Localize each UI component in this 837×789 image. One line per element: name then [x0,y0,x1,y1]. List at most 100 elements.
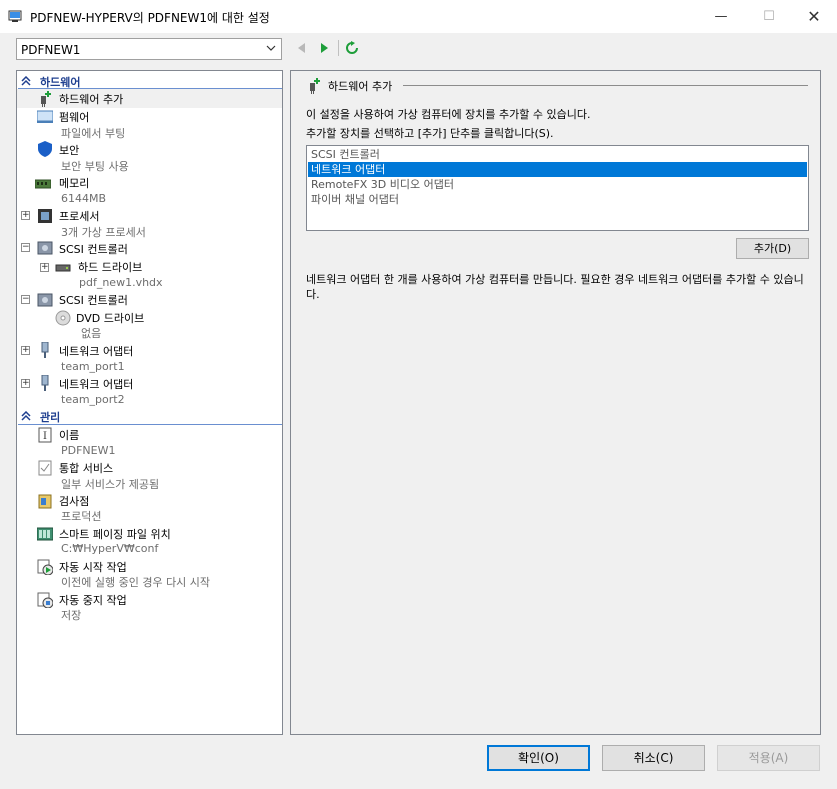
dvd-icon [55,310,71,326]
cancel-button[interactable]: 취소(C) [602,745,705,771]
tree-item-label: 네트워크 어댑터 [59,378,134,391]
refresh-icon[interactable] [345,41,359,55]
device-option-remotefx-adapter[interactable]: RemoteFX 3D 비디오 어댑터 [308,177,807,192]
tree-item-sub: 보안 부팅 사용 [61,160,129,173]
tree-item-smart-paging[interactable]: 스마트 페이징 파일 위치 C:₩HyperV₩conf [17,525,282,558]
tree-item-sub: 저장 [61,609,82,622]
instruction-text: 추가할 장치를 선택하고 [추가] 단추를 클릭합니다(S). [306,127,554,140]
memory-icon [35,179,51,189]
forward-arrow-icon[interactable] [317,41,331,55]
settings-app-icon [8,10,22,22]
tree-item-network-adapter-1[interactable]: + 네트워크 어댑터 team_port1 [17,341,282,374]
tree-item-label: 자동 중지 작업 [59,594,127,607]
tree-item-hard-drive[interactable]: + 하드 드라이브 pdf_new1.vhdx [17,257,282,291]
device-option-fibre-channel[interactable]: 파이버 채널 어댑터 [308,192,807,207]
tree-item-security[interactable]: 보안 보안 부팅 사용 [17,140,282,173]
chevron-down-icon [266,45,276,51]
section-divider [18,424,282,425]
vm-selector-dropdown[interactable]: PDFNEW1 [16,38,282,60]
tree-item-sub: 프로덕션 [61,510,102,523]
tree-item-label: 네트워크 어댑터 [59,345,134,358]
tree-item-scsi-controller-1[interactable]: − SCSI 컨트롤러 [17,239,282,257]
maximize-button[interactable]: ☐ [746,0,792,33]
add-button[interactable]: 추가(D) [736,238,809,259]
tree-item-network-adapter-2[interactable]: + 네트워크 어댑터 team_port2 [17,374,282,407]
ok-button[interactable]: 확인(O) [487,745,590,771]
tree-item-name[interactable]: I 이름 PDFNEW1 [17,426,282,459]
back-arrow-icon[interactable] [295,41,309,55]
name-icon: I [38,427,52,443]
add-hardware-icon [41,91,51,107]
device-option-network-adapter[interactable]: 네트워크 어댑터 [308,162,807,177]
network-adapter-icon [41,375,49,391]
group-title: 하드웨어 추가 [328,80,393,93]
tree-item-label: 메모리 [59,177,90,190]
tree-item-label: 펌웨어 [59,111,90,124]
settings-content-panel: 하드웨어 추가 이 설정을 사용하여 가상 컴퓨터에 장치를 추가할 수 있습니… [290,70,821,735]
hard-drive-icon [55,264,71,272]
integration-services-icon [38,460,52,476]
tree-item-label: 통합 서비스 [59,462,114,475]
smart-paging-icon [37,527,53,541]
collapse-icon[interactable]: − [21,243,30,252]
tree-item-sub: 일부 서비스가 제공됨 [61,478,160,491]
collapse-chevron-icon [21,411,31,421]
tree-item-sub: C:₩HyperV₩conf [61,542,159,555]
expand-icon[interactable]: + [21,379,30,388]
group-divider [403,85,808,86]
tree-item-label: 검사점 [59,495,90,508]
device-description: 네트워크 어댑터 한 개를 사용하여 가상 컴퓨터를 만듭니다. 필요한 경우 … [306,273,804,301]
tree-item-sub: PDFNEW1 [61,444,116,457]
tree-item-dvd-drive[interactable]: DVD 드라이브 없음 [17,308,282,341]
add-hardware-icon [310,78,320,94]
tree-item-label: 하드웨어 추가 [59,93,124,106]
tree-item-firmware[interactable]: 펌웨어 파일에서 부팅 [17,108,282,140]
collapse-chevron-icon [21,76,31,86]
tree-item-memory[interactable]: 메모리 6144MB [17,173,282,206]
tree-item-label: 자동 시작 작업 [59,561,127,574]
device-option-scsi-controller[interactable]: SCSI 컨트롤러 [308,147,807,162]
tree-item-label: SCSI 컨트롤러 [59,243,128,256]
tree-item-label: 스마트 페이징 파일 위치 [59,528,171,541]
apply-button[interactable]: 적용(A) [717,745,820,771]
svg-text:I: I [43,431,47,442]
tree-item-sub: team_port1 [61,360,125,373]
auto-stop-icon [37,592,53,608]
scsi-controller-icon [37,293,53,307]
hardware-section-header[interactable]: 하드웨어 [18,73,282,89]
tree-item-sub: pdf_new1.vhdx [79,276,163,289]
auto-start-icon [37,559,53,575]
tree-item-sub: 파일에서 부팅 [61,127,126,140]
tree-item-integration-services[interactable]: 통합 서비스 일부 서비스가 제공됨 [17,459,282,492]
tree-item-sub: team_port2 [61,393,125,406]
device-listbox[interactable]: SCSI 컨트롤러 네트워크 어댑터 RemoteFX 3D 비디오 어댑터 파… [306,145,809,231]
tree-item-processor[interactable]: + 프로세서 3개 가상 프로세서 [17,206,282,239]
title-bar: PDFNEW-HYPERV의 PDFNEW1에 대한 설정 — ☐ ✕ [0,0,837,33]
expand-icon[interactable]: + [21,211,30,220]
tree-item-label: 하드 드라이브 [78,261,143,274]
tree-item-sub: 없음 [81,327,102,340]
shield-icon [38,141,52,157]
tree-item-sub: 이전에 실행 중인 경우 다시 시작 [61,576,211,589]
tree-item-auto-stop[interactable]: 자동 중지 작업 저장 [17,591,282,624]
tree-item-auto-start[interactable]: 자동 시작 작업 이전에 실행 중인 경우 다시 시작 [17,558,282,591]
processor-icon [38,209,52,223]
tree-item-checkpoint[interactable]: 검사점 프로덕션 [17,492,282,525]
tree-item-sub: 3개 가상 프로세서 [61,226,146,239]
expand-icon[interactable]: + [40,263,49,272]
management-section-header[interactable]: 관리 [18,408,282,424]
management-section-label: 관리 [40,411,61,424]
close-button[interactable]: ✕ [791,0,837,33]
tree-item-add-hardware[interactable]: 하드웨어 추가 [17,89,282,108]
collapse-icon[interactable]: − [21,295,30,304]
checkpoint-icon [38,494,52,509]
firmware-icon [37,110,53,123]
network-adapter-icon [41,342,49,358]
tree-item-label: 보안 [59,144,80,157]
settings-tree: 하드웨어 하드웨어 추가 펌웨어 파일에서 부팅 보안 보안 부팅 사용 메모리… [16,70,283,735]
tree-item-label: DVD 드라이브 [76,312,145,325]
expand-icon[interactable]: + [21,346,30,355]
minimize-button[interactable]: — [698,0,744,33]
vm-selector-value: PDFNEW1 [21,43,81,57]
tree-item-scsi-controller-2[interactable]: − SCSI 컨트롤러 [17,291,282,308]
